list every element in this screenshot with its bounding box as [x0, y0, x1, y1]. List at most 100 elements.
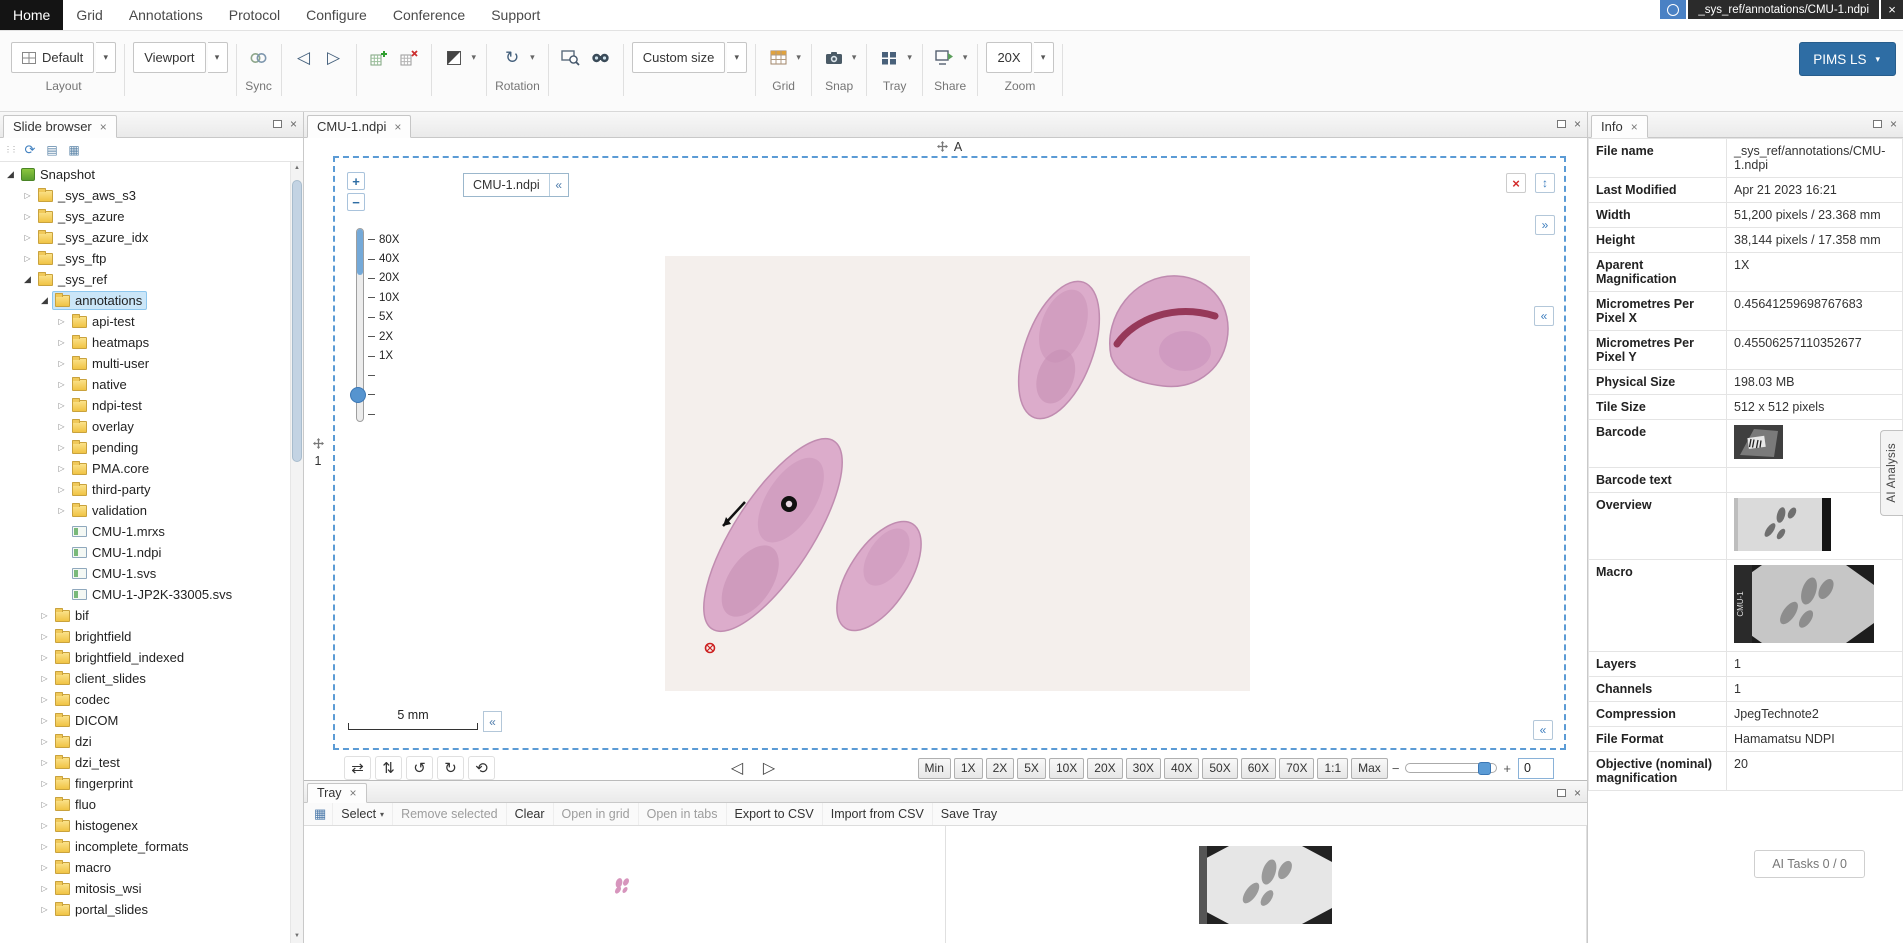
close-icon[interactable]: × — [394, 121, 401, 133]
tree-item-dzi-test[interactable]: ▷dzi_test — [0, 752, 290, 773]
menu-tab-annotations[interactable]: Annotations — [116, 0, 216, 30]
info-tab[interactable]: Info × — [1591, 115, 1648, 138]
tree-item-heatmaps[interactable]: ▷heatmaps — [0, 332, 290, 353]
grid-button[interactable] — [764, 42, 792, 73]
expand-icon[interactable]: ▷ — [20, 191, 35, 200]
scroll-down-icon[interactable]: ▼ — [291, 930, 303, 943]
rotation-caret-button[interactable]: ▾ — [528, 42, 537, 73]
scrollbar-thumb[interactable] — [292, 180, 302, 462]
tree-item-cmu-1-ndpi[interactable]: CMU-1.ndpi — [0, 542, 290, 563]
zoom-value-input[interactable] — [1518, 758, 1554, 779]
layout-caret-button[interactable]: ▾ — [96, 42, 116, 73]
tree-item-overlay[interactable]: ▷overlay — [0, 416, 290, 437]
tree-scrollbar[interactable]: ▲ ▼ — [290, 162, 303, 943]
expand-icon[interactable]: ▷ — [20, 212, 35, 221]
tree-item-api-test[interactable]: ▷api-test — [0, 311, 290, 332]
expand-icon[interactable]: ▷ — [54, 380, 69, 389]
zoom-max-button[interactable]: Max — [1351, 758, 1388, 779]
previous-slide-button[interactable]: ◁ — [724, 756, 750, 780]
tray-overview-thumbnail[interactable] — [606, 874, 642, 896]
custom-size-button[interactable]: Custom size — [632, 42, 726, 73]
tray-open-in-tabs-button[interactable]: Open in tabs — [638, 803, 726, 825]
float-panel-icon[interactable] — [1557, 120, 1566, 128]
expand-icon[interactable]: ▷ — [54, 464, 69, 473]
expand-icon[interactable]: ▷ — [37, 800, 52, 809]
tray-remove-selected-button[interactable]: Remove selected — [392, 803, 506, 825]
expand-icon[interactable]: ▷ — [54, 506, 69, 515]
expand-icon[interactable]: ▷ — [54, 443, 69, 452]
barcode-image[interactable] — [1734, 425, 1783, 459]
zoom-min-button[interactable]: Min — [918, 758, 951, 779]
add-grid-button[interactable] — [365, 42, 393, 73]
expand-icon[interactable]: ▷ — [37, 779, 52, 788]
magnifier-button[interactable] — [587, 42, 615, 73]
tray-tab[interactable]: Tray × — [307, 783, 367, 803]
tree-item-sys-aws-s3[interactable]: ▷_sys_aws_s3 — [0, 185, 290, 206]
viewport-caret-button[interactable]: ▾ — [208, 42, 228, 73]
tree-item-pma-core[interactable]: ▷PMA.core — [0, 458, 290, 479]
snap-button[interactable] — [820, 42, 848, 73]
flip-vertical-button[interactable]: ⇅ — [375, 756, 402, 780]
share-caret-button[interactable]: ▾ — [961, 42, 970, 73]
thumbnails-view-icon[interactable]: ▦ — [64, 140, 84, 160]
snap-caret-button[interactable]: ▾ — [850, 42, 859, 73]
tree-item-fluo[interactable]: ▷fluo — [0, 794, 290, 815]
tree-item-multi-user[interactable]: ▷multi-user — [0, 353, 290, 374]
tree-item-histogenex[interactable]: ▷histogenex — [0, 815, 290, 836]
tray-select-button[interactable]: Select▾ — [332, 803, 392, 825]
tree-item-sys-ref[interactable]: ◢_sys_ref — [0, 269, 290, 290]
menu-tab-conference[interactable]: Conference — [380, 0, 478, 30]
tree-item-cmu-1-mrxs[interactable]: CMU-1.mrxs — [0, 521, 290, 542]
zoom-1x-button[interactable]: 1X — [954, 758, 983, 779]
close-slide-button[interactable]: × — [1881, 0, 1903, 19]
expand-icon[interactable]: ▷ — [37, 884, 52, 893]
collapse-icon[interactable]: ◢ — [3, 169, 18, 180]
info-value[interactable]: CMU-1 — [1727, 560, 1903, 652]
move-icon[interactable] — [937, 141, 948, 152]
zoom-minus-button[interactable]: − — [1388, 761, 1404, 776]
zoom-slider-thumb[interactable] — [350, 387, 366, 403]
region-screenshot-button[interactable] — [557, 42, 585, 73]
zoom-40x-button[interactable]: 40X — [1164, 758, 1199, 779]
info-value[interactable] — [1727, 420, 1903, 468]
close-panel-icon[interactable]: × — [1890, 118, 1897, 130]
expand-icon[interactable]: ▷ — [20, 233, 35, 242]
info-icon[interactable] — [1660, 0, 1686, 19]
tree-item-brightfield[interactable]: ▷brightfield — [0, 626, 290, 647]
expand-icon[interactable]: ▷ — [54, 485, 69, 494]
expand-icon[interactable]: ▷ — [54, 317, 69, 326]
tray-item-2[interactable] — [946, 826, 1588, 943]
zoom-60x-button[interactable]: 60X — [1241, 758, 1276, 779]
zoom-50x-button[interactable]: 50X — [1202, 758, 1237, 779]
tray-export-to-csv-button[interactable]: Export to CSV — [726, 803, 822, 825]
tray-save-tray-button[interactable]: Save Tray — [932, 803, 1005, 825]
tree-item-macro[interactable]: ▷macro — [0, 857, 290, 878]
next-slide-button[interactable]: ▷ — [756, 756, 782, 780]
zoom-5x-button[interactable]: 5X — [1017, 758, 1046, 779]
info-value[interactable] — [1727, 493, 1903, 560]
slide-browser-tab[interactable]: Slide browser × — [3, 115, 117, 138]
close-viewport-button[interactable]: × — [1506, 173, 1526, 193]
zoom-2x-button[interactable]: 2X — [986, 758, 1015, 779]
zoom-20x-button[interactable]: 20X — [1087, 758, 1122, 779]
tray-import-from-csv-button[interactable]: Import from CSV — [822, 803, 932, 825]
tree-item-native[interactable]: ▷native — [0, 374, 290, 395]
expand-icon[interactable]: ▷ — [37, 842, 52, 851]
close-panel-icon[interactable]: × — [1574, 787, 1581, 799]
collapse-icon[interactable]: ◢ — [20, 274, 35, 285]
scroll-up-icon[interactable]: ▲ — [291, 162, 303, 175]
expand-icon[interactable]: ▷ — [37, 611, 52, 620]
expand-icon[interactable]: ▷ — [54, 422, 69, 431]
expand-icon[interactable]: ▷ — [37, 758, 52, 767]
viewport-button[interactable]: Viewport — [133, 42, 205, 73]
close-panel-icon[interactable]: × — [1574, 118, 1581, 130]
zoom-70x-button[interactable]: 70X — [1279, 758, 1314, 779]
expand-icon[interactable]: ▷ — [54, 359, 69, 368]
menu-tab-protocol[interactable]: Protocol — [216, 0, 293, 30]
tree-item-third-party[interactable]: ▷third-party — [0, 479, 290, 500]
menu-tab-grid[interactable]: Grid — [63, 0, 115, 30]
expand-icon[interactable]: ▷ — [37, 695, 52, 704]
zoom-plus-button[interactable]: + — [1499, 761, 1515, 776]
expand-icon[interactable]: ▷ — [37, 674, 52, 683]
tree-item-bif[interactable]: ▷bif — [0, 605, 290, 626]
